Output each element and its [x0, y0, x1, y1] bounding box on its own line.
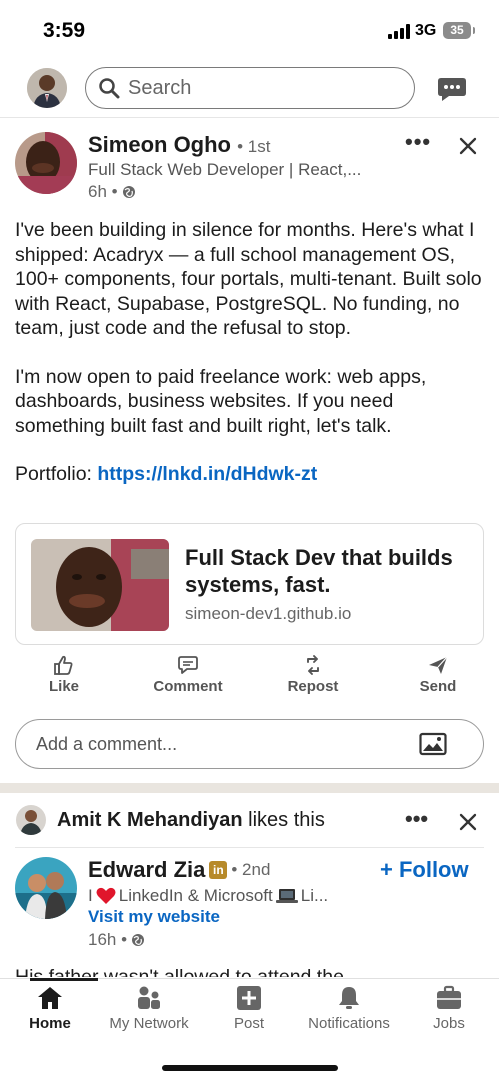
profile-avatar[interactable] [27, 68, 67, 108]
author-name-text: Edward Zia [88, 857, 206, 882]
author-name[interactable]: Simeon Ogho • 1st [88, 132, 270, 158]
globe-icon [122, 186, 135, 198]
post-body: I've been building in silence for months… [15, 218, 485, 511]
tab-label: Post [233, 1015, 264, 1032]
portfolio-link[interactable]: https://lnkd.in/dHdwk-zt [97, 463, 317, 485]
home-indicator [162, 1065, 338, 1071]
post-portfolio: Portfolio: https://lnkd.in/dHdwk-zt [15, 462, 485, 487]
divider-line [15, 847, 484, 848]
post-meta: 16h • [88, 930, 145, 950]
active-tab-indicator [30, 978, 98, 981]
repost-icon [307, 655, 319, 675]
tab-post[interactable]: Post [199, 985, 299, 1032]
globe-icon [132, 934, 145, 946]
author-avatar[interactable] [15, 857, 77, 919]
tab-jobs[interactable]: Jobs [399, 985, 499, 1032]
tab-home[interactable]: Home [0, 985, 100, 1032]
like-label: Like [48, 678, 79, 695]
author-name-text: Simeon Ogho [88, 132, 231, 157]
status-time: 3:59 [43, 19, 86, 42]
feed-post: Amit K Mehandiyan likes this ••• Edward … [0, 793, 499, 978]
headline-prefix: I [88, 886, 93, 905]
close-icon[interactable] [458, 812, 478, 832]
like-button[interactable]: Like [14, 654, 114, 695]
network-label: 3G [415, 22, 437, 39]
author-headline: I LinkedIn & Microsoft Li... [88, 886, 328, 906]
comment-label: Comment [153, 678, 223, 695]
top-navigation [0, 62, 499, 118]
bottom-tab-bar: Home My Network Post Notifications Jobs [0, 978, 499, 1080]
liker-avatar[interactable] [16, 805, 46, 835]
laptop-icon [275, 889, 298, 903]
comment-button[interactable]: Comment [138, 654, 238, 695]
connection-degree: • 1st [237, 137, 271, 156]
more-options-icon[interactable]: ••• [405, 808, 428, 830]
headline-mid: LinkedIn & Microsoft [118, 886, 273, 905]
search-input[interactable] [128, 74, 388, 102]
tab-label: My Network [109, 1015, 189, 1032]
send-icon [429, 656, 448, 674]
author-avatar[interactable] [15, 132, 77, 194]
tab-notifications[interactable]: Notifications [299, 985, 399, 1032]
repost-label: Repost [287, 678, 339, 695]
home-icon [38, 987, 62, 1009]
social-context: Amit K Mehandiyan likes this [57, 809, 325, 832]
headline-suffix: Li... [300, 886, 329, 905]
briefcase-icon [437, 985, 461, 1009]
messaging-icon[interactable] [437, 75, 467, 103]
tab-label: Jobs [433, 1015, 465, 1032]
bell-icon [339, 987, 359, 1009]
post-time: 6h • [88, 182, 118, 201]
post-actions: Like Comment Repost Send [0, 648, 499, 700]
search-bar[interactable] [85, 67, 415, 109]
tab-my-network[interactable]: My Network [99, 985, 199, 1032]
liker-name[interactable]: Amit K Mehandiyan [57, 809, 243, 831]
liker-suffix: likes this [248, 809, 325, 831]
comment-box[interactable] [15, 719, 484, 769]
send-label: Send [419, 678, 457, 695]
send-button[interactable]: Send [388, 654, 488, 695]
post-time: 16h • [88, 930, 128, 949]
feed-divider [0, 783, 499, 793]
visit-website-link[interactable]: Visit my website [88, 907, 220, 927]
comment-input[interactable] [36, 732, 396, 756]
post-icon [237, 986, 261, 1010]
battery-icon: 35 [443, 22, 475, 39]
author-name[interactable]: Edward Zia in • 2nd [88, 857, 270, 883]
follow-button[interactable]: + Follow [380, 857, 469, 883]
portfolio-label: Portfolio: [15, 463, 92, 485]
close-icon[interactable] [458, 136, 478, 156]
author-headline: Full Stack Web Developer | React,... [88, 160, 362, 179]
link-title: Full Stack Dev that builds systems, fast… [185, 545, 453, 597]
post-meta: 6h • [88, 182, 136, 202]
feed-post: Simeon Ogho • 1st Full Stack Web Develop… [0, 118, 499, 783]
link-preview-card[interactable]: Full Stack Dev that builds systems, fast… [15, 523, 484, 645]
post-body-snippet: His father wasn't allowed to attend the [15, 966, 344, 977]
post-paragraph: I'm now open to paid freelance work: web… [15, 365, 427, 437]
search-icon [99, 78, 120, 99]
comment-icon [178, 656, 198, 674]
connection-degree: • 2nd [231, 860, 271, 879]
network-icon [138, 986, 160, 1009]
signal-icon [388, 24, 410, 39]
heart-icon [96, 887, 116, 904]
linkedin-badge-icon: in [209, 861, 228, 879]
status-bar: 3:59 3G 35 [0, 0, 499, 62]
like-icon [54, 655, 73, 675]
more-options-icon[interactable]: ••• [405, 131, 430, 158]
link-domain: simeon-dev1.github.io [185, 604, 352, 623]
repost-button[interactable]: Repost [263, 654, 363, 695]
image-icon[interactable] [419, 732, 447, 756]
tab-label: Home [29, 1015, 71, 1032]
tab-label: Notifications [308, 1015, 390, 1032]
post-paragraph: I've been building in silence for months… [15, 219, 482, 339]
link-thumbnail [31, 539, 169, 631]
